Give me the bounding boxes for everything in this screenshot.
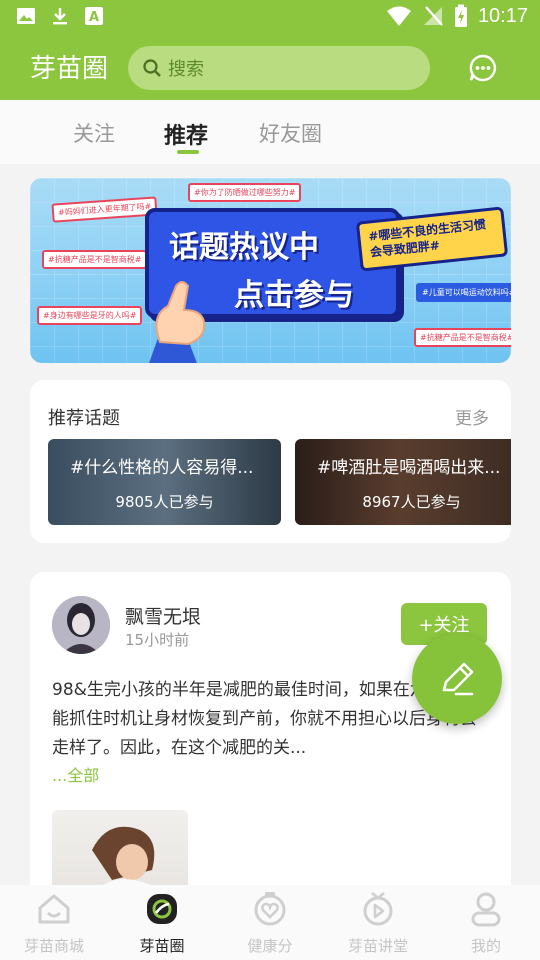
topics-more-link[interactable]: 更多 [455, 404, 489, 429]
nav-item-health[interactable]: 健康分 [216, 885, 324, 960]
avatar[interactable] [52, 596, 110, 654]
topic-card[interactable]: #什么性格的人容易得... 9805人已参与 [48, 439, 281, 525]
tv-icon [363, 892, 393, 926]
post-card[interactable]: 飘雪无垠 15小时前 +关注 98&生完小孩的半年是减肥的最佳时间，如果在六个月… [30, 572, 511, 902]
topic-count: 8967人已参与 [362, 493, 461, 511]
topics-heading: 推荐话题 [48, 408, 120, 429]
nav-item-circle[interactable]: 芽苗圈 [108, 885, 216, 960]
image-icon [17, 8, 35, 24]
banner-title-line1: 话题热议中 [169, 230, 319, 265]
topic-count: 9805人已参与 [115, 493, 214, 511]
app-header: A 10:17 芽苗圈 搜索 [0, 0, 540, 100]
topic-banner[interactable]: #你为了防晒做过哪些努力# #妈妈们进入更年期了吗# #抗糖产品是不是智商税# … [30, 178, 511, 363]
nav-label: 我的 [470, 937, 501, 955]
banner-tag: #抗糖产品是不是智商税# [42, 250, 148, 269]
banner-tag: #身边有哪些是牙的人吗# [37, 306, 143, 325]
banner-tag: #你为了防晒做过哪些努力# [188, 183, 302, 202]
post-username[interactable]: 飘雪无垠 [125, 602, 201, 629]
search-icon [143, 59, 161, 77]
download-icon [53, 8, 67, 25]
user-icon [471, 892, 501, 927]
banner-tag: #儿童可以喝运动饮料吗# [416, 283, 511, 302]
app-title: 芽苗圈 [30, 54, 109, 84]
pencil-icon [442, 662, 474, 696]
nav-item-shop[interactable]: 芽苗商城 [0, 885, 108, 960]
search-bar[interactable]: 搜索 [128, 46, 430, 90]
feed-tabs: 关注 推荐 好友圈 [0, 100, 540, 164]
no-signal-icon [423, 6, 443, 26]
tab-recommend[interactable]: 推荐 [164, 118, 208, 150]
battery-charging-icon [454, 4, 467, 27]
nav-item-lecture[interactable]: 芽苗讲堂 [324, 885, 432, 960]
topic-card[interactable]: #啤酒肚是喝酒喝出来... 8967人已参与 [295, 439, 511, 525]
read-more-link[interactable]: ...全部 [52, 762, 99, 786]
nav-item-mine[interactable]: 我的 [432, 885, 540, 960]
nav-label: 芽苗商城 [23, 937, 84, 955]
nav-label: 健康分 [247, 937, 293, 955]
tab-friends[interactable]: 好友圈 [259, 118, 322, 148]
topic-title: #啤酒肚是喝酒喝出来... [317, 458, 501, 478]
circle-icon [147, 894, 177, 924]
svg-text:A: A [89, 10, 99, 25]
post-time: 15小时前 [125, 631, 190, 649]
nav-label: 芽苗讲堂 [347, 937, 408, 955]
status-bar: A 10:17 [0, 0, 540, 36]
compose-button[interactable] [412, 634, 502, 724]
pointing-hand-icon [149, 281, 206, 363]
tab-indicator [177, 150, 199, 154]
home-icon [38, 894, 70, 924]
recommended-topics: 推荐话题 更多 #什么性格的人容易得... 9805人已参与 #啤酒肚是喝酒喝出… [30, 380, 511, 543]
tab-follow[interactable]: 关注 [73, 118, 115, 148]
banner-title-line2: 点击参与 [234, 278, 354, 313]
bottom-nav: 芽苗商城 芽苗圈 健康分 芽苗讲堂 我的 [0, 885, 540, 960]
wifi-icon [386, 6, 411, 26]
search-placeholder: 搜索 [168, 59, 204, 80]
nav-label: 芽苗圈 [139, 937, 185, 955]
health-icon [254, 892, 286, 926]
message-icon[interactable] [468, 53, 498, 83]
avatar-image [52, 596, 110, 654]
banner-tag: #抗糖产品是不是智商税# [414, 328, 511, 347]
status-time: 10:17 [477, 4, 528, 27]
font-icon: A [85, 7, 103, 25]
topic-title: #什么性格的人容易得... [70, 458, 254, 478]
